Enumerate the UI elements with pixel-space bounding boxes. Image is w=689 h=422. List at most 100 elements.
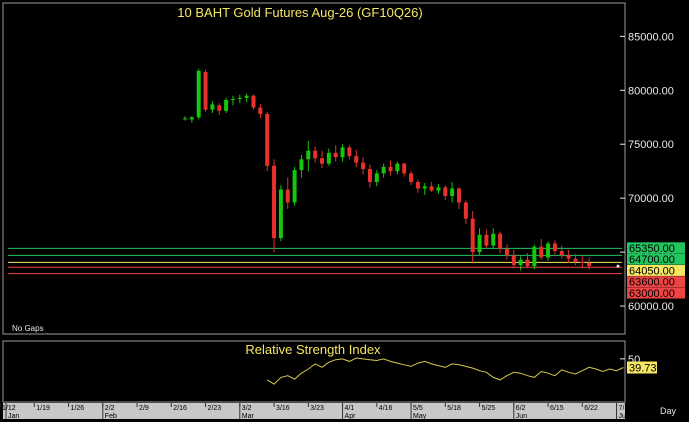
x-tick-label: 6/22 — [584, 405, 598, 412]
x-tick-label: 4/1 — [345, 405, 355, 412]
candle-body — [504, 248, 509, 256]
price-level-label: 63000.00 — [629, 288, 675, 300]
candle-body — [347, 147, 352, 157]
candle-body — [539, 246, 544, 258]
candle-body — [525, 259, 530, 267]
candle-body — [498, 233, 503, 249]
candle-body — [443, 187, 448, 197]
y-tick-label: 80000.00 — [628, 85, 674, 97]
candle-body — [422, 186, 427, 189]
no-gaps-annotation: No Gaps — [12, 324, 44, 333]
candle-body — [285, 189, 290, 203]
x-tick-label: 1/19 — [36, 405, 50, 412]
candle-body — [258, 107, 263, 115]
candle-body — [381, 166, 386, 174]
candle-body — [320, 158, 324, 164]
x-tick-label: 1/12 — [2, 405, 16, 412]
candle-body — [429, 186, 434, 191]
y-tick-label: 75000.00 — [628, 139, 674, 151]
x-tick-label: 7/1 — [619, 405, 629, 412]
rsi-series: 5039.73 — [266, 354, 657, 385]
x-month-label: Apr — [345, 413, 357, 420]
x-tick-label: 2/16 — [173, 405, 187, 412]
candle-body — [566, 255, 571, 259]
x-tick-label: 2/2 — [105, 405, 115, 412]
candle-body — [491, 233, 496, 246]
chart-window: 10 BAHT Gold Futures Aug-26 (GF10Q26) No… — [0, 0, 689, 422]
x-tick-label: 2/9 — [139, 405, 149, 412]
candle-body — [340, 147, 345, 158]
candle-body — [299, 159, 304, 171]
candle-body — [237, 97, 242, 99]
chart-title: 10 BAHT Gold Futures Aug-26 (GF10Q26) — [177, 5, 422, 20]
candle-body — [251, 95, 256, 108]
x-month-label: Mar — [242, 413, 255, 420]
x-tick-label: 5/5 — [413, 405, 423, 412]
x-tick-label: 3/2 — [242, 405, 252, 412]
candle-body — [559, 251, 564, 256]
candle-body — [450, 188, 455, 197]
x-month-label: Jan — [8, 413, 19, 420]
x-tick-label: 5/18 — [447, 405, 461, 412]
price-level-label: 63600.00 — [629, 277, 675, 289]
candle-body — [436, 187, 441, 191]
candle-body — [306, 150, 311, 160]
candle-body — [546, 243, 551, 258]
rsi-title: Relative Strength Index — [245, 342, 381, 357]
x-tick-label: 4/16 — [379, 405, 393, 412]
candle-body — [196, 70, 201, 118]
candlesticks — [183, 68, 592, 271]
candle-body — [230, 98, 235, 101]
candle-body — [388, 166, 393, 172]
price-level-labels: 65350.0064700.0064050.0063600.0063000.00 — [616, 242, 685, 300]
candle-body — [183, 118, 187, 120]
candle-body — [477, 234, 482, 253]
candle-body — [189, 117, 194, 120]
x-tick-label: 6/15 — [550, 405, 564, 412]
rsi-current-label: 39.73 — [629, 363, 657, 375]
candle-body — [326, 152, 331, 164]
y-tick-label: 70000.00 — [628, 193, 674, 205]
candle-body — [395, 163, 400, 172]
candle-body — [292, 170, 297, 203]
candle-body — [354, 156, 359, 163]
x-tick-label: 5/25 — [482, 405, 496, 412]
y-tick-label: 60000.00 — [628, 301, 674, 313]
candle-body — [511, 255, 516, 266]
candle-body — [552, 243, 557, 252]
x-month-label: Jul — [619, 413, 628, 420]
price-level-lines — [8, 247, 622, 275]
candle-body — [361, 162, 366, 170]
last-price-marker — [616, 264, 620, 268]
x-tick-label: 3/16 — [276, 405, 290, 412]
x-tick-label: 6/2 — [516, 405, 526, 412]
price-chart-svg: 10 BAHT Gold Futures Aug-26 (GF10Q26) No… — [0, 2, 685, 420]
candle-body — [203, 71, 208, 110]
candle-body — [532, 246, 537, 267]
candle-body — [333, 152, 338, 158]
candle-body — [272, 165, 277, 239]
candle-body — [374, 173, 379, 182]
candle-body — [313, 150, 318, 159]
price-level-label: 65350.00 — [629, 243, 675, 255]
candle-body — [484, 234, 489, 246]
candle-body — [409, 173, 414, 182]
candle-body — [415, 181, 420, 189]
x-month-label: Feb — [105, 413, 117, 420]
candle-body — [224, 100, 229, 111]
candle-body — [457, 188, 461, 203]
x-tick-label: 2/23 — [208, 405, 222, 412]
candle-body — [244, 95, 249, 98]
candle-body — [470, 218, 475, 253]
price-panel-frame — [2, 2, 626, 335]
candle-body — [580, 261, 585, 263]
candle-body — [463, 202, 468, 219]
candle-body — [402, 163, 407, 174]
x-month-label: May — [413, 413, 427, 420]
x-tick-label: 1/26 — [71, 405, 85, 412]
candle-body — [367, 169, 372, 182]
price-level-label: 64700.00 — [629, 254, 675, 266]
x-tick-label: 3/23 — [310, 405, 324, 412]
candle-body — [265, 114, 270, 166]
candle-body — [518, 259, 523, 266]
